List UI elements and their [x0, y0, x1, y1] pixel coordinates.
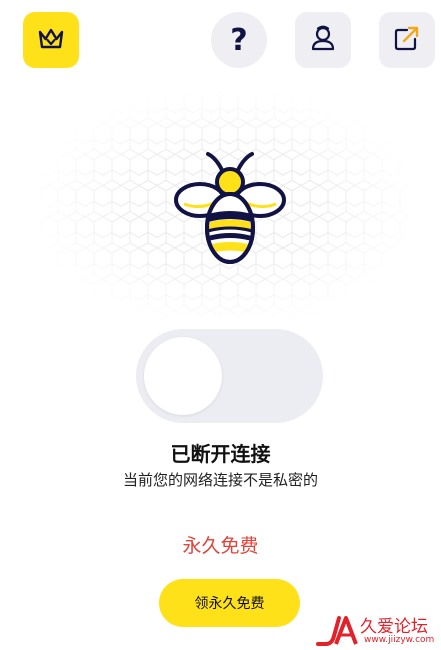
connection-status-description: 当前您的网络连接不是私密的 — [122, 471, 318, 489]
share-button[interactable] — [379, 12, 435, 68]
user-icon — [310, 24, 336, 56]
bee-icon — [170, 148, 290, 268]
connection-toggle[interactable] — [136, 329, 323, 423]
ja-logo-icon — [316, 614, 360, 650]
watermark-title: 久爱论坛 — [360, 617, 428, 637]
connection-status-title: 已断开连接 — [170, 442, 271, 466]
help-icon: ? — [230, 22, 248, 58]
crown-icon — [37, 26, 65, 54]
watermark: 久爱论坛 www.jiizyw.com — [316, 612, 441, 649]
claim-free-button[interactable]: 领永久免费 — [159, 579, 300, 627]
watermark-url: www.jiizyw.com — [364, 635, 435, 645]
premium-button[interactable] — [23, 12, 79, 68]
share-icon — [393, 24, 421, 56]
account-button[interactable] — [295, 12, 351, 68]
help-button[interactable]: ? — [211, 12, 267, 68]
toggle-knob[interactable] — [144, 337, 222, 415]
free-promo-text: 永久免费 — [182, 535, 259, 557]
